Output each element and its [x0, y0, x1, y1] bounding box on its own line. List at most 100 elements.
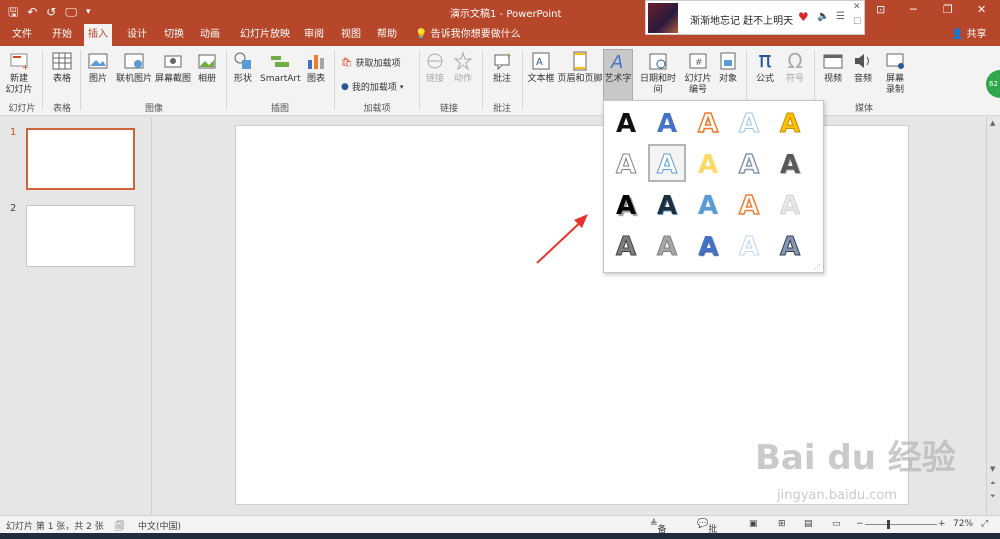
annotation-arrow [536, 214, 588, 264]
get-addins-button[interactable]: 🛍 获取加载项 [341, 56, 400, 70]
wordart-style[interactable]: A [607, 187, 645, 225]
tab-slideshow[interactable]: 幻灯片放映 [236, 24, 294, 46]
chart-label: 图表 [306, 74, 325, 84]
wordart-style[interactable]: A [730, 146, 768, 184]
comment-button[interactable]: + 批注 [489, 50, 515, 85]
video-button[interactable]: 视频 [820, 50, 846, 85]
tab-design[interactable]: 设计 [123, 24, 151, 46]
textbox-icon: A [532, 52, 550, 70]
equation-button[interactable]: π 公式 [752, 50, 778, 85]
wordart-style[interactable]: A [730, 228, 768, 266]
wordart-style[interactable]: A [689, 187, 727, 225]
zoom-in-button[interactable]: + [938, 519, 946, 529]
undo-icon[interactable]: ↶ [27, 3, 37, 21]
vertical-scrollbar[interactable]: ▲ ▼ ⏶ ⏷ [986, 117, 1000, 515]
wordart-style[interactable]: A [689, 228, 727, 266]
online-picture-button[interactable]: 联机图片 [115, 50, 153, 85]
ribbon-display-icon[interactable]: ⊡ [876, 3, 885, 16]
group-label-links: 链接 [439, 104, 458, 114]
scroll-up-icon[interactable]: ▲ [990, 119, 995, 127]
tell-me-search[interactable]: 💡 告诉我你想要做什么 [415, 24, 521, 46]
wordart-style[interactable]: A [771, 187, 809, 225]
tab-file[interactable]: 文件 [8, 24, 36, 46]
language-status[interactable]: 中文(中国) [138, 519, 181, 532]
close-button[interactable]: ✕ [977, 3, 986, 16]
wordart-button[interactable]: A 艺术字 [603, 49, 633, 101]
tab-insert[interactable]: 插入 [84, 24, 112, 46]
audio-button[interactable]: 音频 [850, 50, 876, 85]
object-button[interactable]: 对象 [716, 50, 740, 85]
wordart-style[interactable]: A [607, 228, 645, 266]
wordart-style[interactable]: A [648, 228, 686, 266]
notes-button[interactable]: ≜ 备注 [650, 519, 667, 539]
fit-slide-icon[interactable]: ⤢ [981, 519, 988, 529]
scroll-down-icon[interactable]: ▼ [990, 465, 995, 473]
present-from-start-icon[interactable]: 🖵 [65, 3, 77, 21]
wordart-style[interactable]: A [607, 105, 645, 143]
tab-review[interactable]: 审阅 [300, 24, 328, 46]
smartart-button[interactable]: SmartArt [260, 50, 301, 85]
volume-icon[interactable]: 🔈 [817, 11, 829, 22]
link-button[interactable]: 链接 [424, 50, 446, 85]
wordart-style-selected[interactable]: A [648, 144, 686, 182]
zoom-out-button[interactable]: − [856, 519, 864, 529]
redo-icon[interactable]: ↺ [46, 3, 56, 21]
save-icon[interactable]: 🖫 [8, 3, 18, 21]
comments-button[interactable]: 💬 批注 [697, 519, 717, 539]
picture-button[interactable]: 图片 [86, 50, 110, 85]
wordart-style[interactable]: A [648, 105, 686, 143]
wordart-icon: A [610, 52, 623, 72]
heart-icon[interactable]: ♥ [798, 10, 809, 24]
tab-view[interactable]: 视图 [337, 24, 365, 46]
previous-slide-icon[interactable]: ⏶ [990, 479, 996, 488]
datetime-button[interactable]: 日期和时间 [636, 50, 680, 96]
zoom-slider-track[interactable] [865, 524, 937, 525]
tab-transitions[interactable]: 切换 [160, 24, 188, 46]
maximize-button[interactable]: ❐ [943, 3, 953, 16]
list-icon[interactable]: ☐ [853, 17, 861, 27]
wordart-style[interactable]: A [607, 146, 645, 184]
my-addins-button[interactable]: ● 我的加载项 ▾ [341, 80, 403, 94]
header-footer-button[interactable]: 页眉和页脚 [557, 50, 603, 85]
reading-view-icon[interactable]: ▤ [804, 519, 813, 529]
symbol-button[interactable]: Ω 符号 [782, 50, 808, 85]
slide-number-button[interactable]: # 幻灯片 编号 [682, 50, 714, 96]
wordart-style[interactable]: A [730, 187, 768, 225]
wordart-style[interactable]: A [771, 146, 809, 184]
share-button[interactable]: 👤 共享 [951, 24, 987, 46]
chart-button[interactable]: 图表 [304, 50, 328, 85]
wordart-style[interactable]: A [771, 105, 809, 143]
next-slide-icon[interactable]: ⏷ [990, 492, 996, 501]
screenshot-button[interactable]: 屏幕截图 [154, 50, 192, 85]
tab-animations[interactable]: 动画 [196, 24, 224, 46]
album-art [648, 3, 678, 33]
wordart-style[interactable]: A [648, 187, 686, 225]
wordart-style[interactable]: A [771, 228, 809, 266]
slide-thumbnail-2[interactable] [26, 205, 135, 267]
album-button[interactable]: 相册 [195, 50, 219, 85]
screen-record-button[interactable]: 屏幕 录制 [882, 50, 908, 96]
wordart-style[interactable]: A [689, 146, 727, 184]
new-slide-button[interactable]: + 新建 幻灯片 [4, 50, 34, 96]
customize-qat-icon[interactable]: ▾ [86, 3, 91, 21]
normal-view-icon[interactable]: ▣ [749, 519, 758, 529]
zoom-level[interactable]: 72% [953, 519, 973, 529]
tab-home[interactable]: 开始 [48, 24, 76, 46]
table-button[interactable]: 表格 [50, 50, 74, 85]
resize-grip-icon[interactable]: ⋰ [814, 263, 821, 271]
slide-sorter-icon[interactable]: ⊞ [778, 519, 786, 529]
wordart-style[interactable]: A [689, 105, 727, 143]
minimize-button[interactable]: ─ [910, 3, 917, 16]
comment-label: 批注 [492, 74, 511, 84]
wordart-style[interactable]: A [730, 105, 768, 143]
svg-text:A: A [536, 57, 543, 68]
menu-icon[interactable]: ☰ [836, 11, 845, 22]
zoom-slider-thumb[interactable] [887, 520, 890, 529]
slideshow-view-icon[interactable]: ▭ [832, 519, 841, 529]
slide-thumbnail-1[interactable] [26, 128, 135, 190]
action-button[interactable]: 动作 [452, 50, 474, 85]
shapes-button[interactable]: 形状 [231, 50, 255, 85]
close-icon[interactable]: ✕ [853, 2, 861, 12]
textbox-button[interactable]: A 文本框 [526, 50, 556, 85]
tab-help[interactable]: 帮助 [373, 24, 401, 46]
